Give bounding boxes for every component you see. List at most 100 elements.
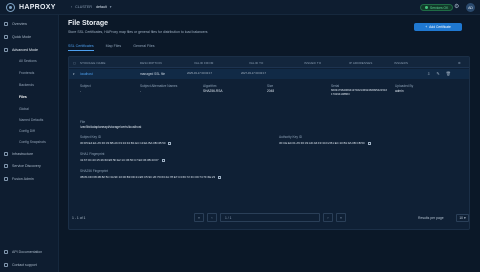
sidebar-subitem-backends[interactable]: Backends (19, 82, 34, 88)
services-status-badge[interactable]: Services OK (420, 4, 454, 11)
algorithm-value: SHA256-RSA (203, 89, 223, 93)
gear-icon[interactable]: ⚙ (454, 4, 459, 10)
first-page-button[interactable]: « (194, 213, 204, 222)
services-status-text: Services OK (430, 5, 449, 10)
authority-key-id-value: 3F:CE:E4:01:A5:F0:33:AD:A6:F3:34:F2:B1:E… (279, 141, 371, 145)
file-label: File (80, 120, 86, 124)
copy-icon[interactable] (367, 141, 371, 145)
certificates-table: ▢ STORAGE NAME DESCRIPTION VALID FROM VA… (68, 56, 470, 230)
storage-name-link[interactable]: localhost (80, 72, 93, 76)
row-valid-to: 2027-03-17 00:00:17 (241, 72, 266, 75)
size-value: 2048 (267, 89, 275, 93)
rows-per-page-value: 10 (459, 216, 463, 220)
col-description[interactable]: DESCRIPTION (140, 61, 162, 65)
uploaded-by-value: admin (395, 89, 404, 93)
add-certificate-label: Add Certificate (429, 25, 451, 29)
sidebar-item-infrastructure[interactable]: Infrastructure (4, 151, 33, 157)
last-page-button[interactable]: » (336, 213, 346, 222)
san-label: Subject Alternative Names (140, 84, 178, 88)
service-discovery-icon (4, 164, 8, 168)
checkbox-header[interactable]: ▢ (73, 61, 76, 65)
sha1-value: 41:67:0C:20:15:26:60:E5:5F:E2:1C:36:5F:C… (80, 158, 165, 162)
row-valid-from: 2025-03-17 00:00:17 (187, 72, 212, 75)
support-icon (4, 263, 8, 267)
logo[interactable]: HAPROXY (6, 3, 56, 12)
chevron-right-icon: › (71, 5, 73, 9)
quick-mode-icon (4, 35, 8, 39)
sidebar-subitem-global[interactable]: Global (19, 106, 29, 112)
sidebar-item-overview[interactable]: Overview (4, 21, 27, 27)
page-input[interactable]: 1 / 1 (220, 213, 320, 222)
sha256-value: 3B:81:DD:68:4B:82:5C:3A:9F:16:00:B3:0D:2… (80, 175, 222, 179)
tab-ssl-certificates[interactable]: SSL Certificates (68, 44, 94, 51)
copy-icon[interactable] (218, 175, 222, 179)
next-page-button[interactable]: › (323, 213, 333, 222)
sidebar-item-advanced-mode[interactable]: Advanced Mode (4, 47, 38, 53)
chevron-down-icon: ▾ (464, 216, 466, 220)
sidebar-item-label: Quick Mode (12, 35, 32, 39)
overview-icon (4, 22, 8, 26)
rows-per-page-select[interactable]: 10 ▾ (456, 214, 469, 222)
avatar[interactable]: AD (466, 3, 475, 12)
col-issued-to[interactable]: ISSUED TO (304, 61, 321, 65)
col-issuers[interactable]: ISSUERS (394, 61, 408, 65)
sidebar-item-label: Contact support (12, 263, 37, 267)
copy-icon[interactable] (161, 158, 165, 162)
sidebar-subitem-files[interactable]: Files (4, 93, 58, 101)
sidebar-subitem-frontends[interactable]: Frontends (19, 70, 34, 76)
tabs: SSL Certificates Map Files General Files (68, 44, 167, 51)
logo-text: HAPROXY (19, 4, 56, 11)
authority-key-id-label: Authority Key ID (279, 135, 303, 139)
tab-general-files[interactable]: General Files (133, 44, 154, 51)
sidebar-subitem-config-snapshots[interactable]: Config Snapshots (19, 139, 46, 145)
prev-page-button[interactable]: ‹ (207, 213, 217, 222)
file-value: /var/lib/dataplaneapi/storage/certs/loca… (80, 125, 142, 129)
settings-gear-icon[interactable]: ⚙ (458, 61, 461, 65)
page-title: File Storage (68, 20, 109, 27)
row-actions: ⇩ ✎ 🗑 (427, 71, 457, 76)
sidebar-item-quick-mode[interactable]: Quick Mode (4, 34, 31, 40)
edit-icon[interactable]: ✎ (436, 71, 439, 76)
document-icon (4, 250, 8, 254)
sidebar-api-docs[interactable]: API Documentation (4, 250, 42, 254)
tab-map-files[interactable]: Map Files (106, 44, 122, 51)
sidebar-item-label: Infrastructure (12, 152, 34, 156)
sidebar-item-fusion-admin[interactable]: Fusion Admin (4, 176, 34, 182)
col-valid-to[interactable]: VALID TO (249, 61, 263, 65)
table-row[interactable]: ▾ localhost managed SSL file 2025-03-17 … (69, 69, 469, 79)
serial-value: 6603179620694137462136924669954215161702… (331, 88, 387, 96)
expand-chevron-icon[interactable]: ▾ (73, 72, 75, 76)
sidebar-item-label: Overview (12, 22, 27, 26)
sidebar-subitem-config-diff[interactable]: Config Diff (19, 128, 35, 134)
download-icon[interactable]: ⇩ (427, 71, 430, 76)
size-label: Size (267, 84, 274, 88)
table-footer: 1 - 1 of 1 « ‹ 1 / 1 › » Results per pag… (68, 210, 470, 230)
subject-key-id-label: Subject Key ID (80, 135, 102, 139)
col-valid-from[interactable]: VALID FROM (194, 61, 213, 65)
sidebar-item-label: Advanced Mode (12, 48, 38, 52)
row-description: managed SSL file (140, 72, 166, 76)
sha256-text: 3B:81:DD:68:4B:82:5C:3A:9F:16:00:B3:0D:2… (80, 175, 216, 179)
advanced-mode-icon (4, 48, 8, 52)
add-certificate-button[interactable]: + Add Certificate (414, 23, 462, 31)
delete-icon[interactable]: 🗑 (446, 71, 451, 76)
copy-icon[interactable] (168, 141, 172, 145)
algorithm-label: Algorithm (203, 84, 217, 88)
plus-icon: + (425, 25, 428, 29)
table-header: ▢ STORAGE NAME DESCRIPTION VALID FROM VA… (69, 57, 469, 68)
sidebar-subitem-all-sections[interactable]: All Sections (19, 58, 37, 64)
sidebar-item-label: API Documentation (12, 250, 43, 254)
col-ip-addresses[interactable]: IP ADDRESSES (349, 61, 373, 65)
sidebar-contact-support[interactable]: Contact support (4, 263, 37, 267)
cluster-selector[interactable]: › CLUSTER default ▾ (71, 5, 112, 9)
sidebar-item-service-discovery[interactable]: Service Discovery (4, 163, 41, 169)
page-description: Store SSL Certificates, HAProxy map file… (68, 30, 208, 34)
sha256-label: SHA256 Fingerprint (80, 169, 108, 173)
chevron-down-icon: ▾ (109, 5, 112, 9)
subject-label: Subject (80, 84, 91, 88)
sidebar-subitem-named-defaults[interactable]: Named Defaults (19, 117, 43, 123)
result-count: 1 - 1 of 1 (72, 216, 86, 220)
cluster-value: default (95, 5, 107, 9)
infrastructure-icon (4, 152, 8, 156)
col-storage-name[interactable]: STORAGE NAME (80, 61, 106, 65)
